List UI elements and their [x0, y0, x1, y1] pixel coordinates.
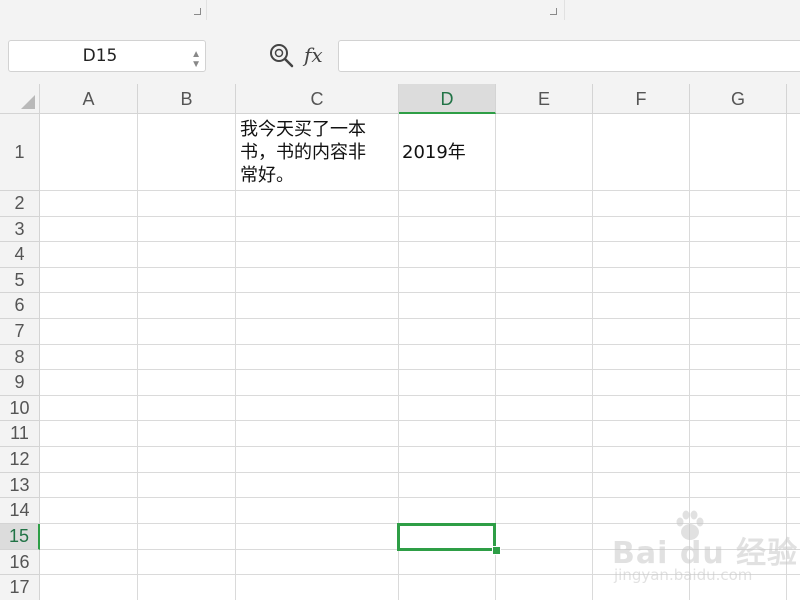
row-header-3[interactable]: 3	[0, 217, 40, 242]
column-header-h[interactable]	[787, 84, 800, 114]
row-header-9[interactable]: 9	[0, 370, 40, 396]
column-header-c[interactable]: C	[236, 84, 399, 114]
ribbon-separator	[564, 0, 565, 20]
name-box[interactable]: D15 ▲ ▼	[8, 40, 206, 72]
name-box-value[interactable]: D15	[9, 41, 191, 71]
gridline-horizontal	[40, 241, 800, 242]
column-header-a[interactable]: A	[40, 84, 138, 114]
gridline-horizontal	[40, 497, 800, 498]
row-header-5[interactable]: 5	[0, 268, 40, 293]
cell-d1[interactable]: 2019年	[402, 141, 494, 164]
column-header-d[interactable]: D	[399, 84, 496, 114]
gridline-horizontal	[40, 292, 800, 293]
gridline-horizontal	[40, 395, 800, 396]
row-header-16[interactable]: 16	[0, 550, 40, 575]
ribbon-separator	[206, 0, 207, 20]
row-header-17[interactable]: 17	[0, 575, 40, 600]
row-header-4[interactable]: 4	[0, 242, 40, 268]
gridline-horizontal	[40, 420, 800, 421]
row-header-1[interactable]: 1	[0, 114, 40, 191]
formula-input[interactable]	[338, 40, 800, 72]
row-header-12[interactable]: 12	[0, 447, 40, 473]
cell-c1[interactable]: 我今天买了一本 书，书的内容非 常好。	[240, 118, 396, 187]
row-header-7[interactable]: 7	[0, 319, 40, 345]
row-header-2[interactable]: 2	[0, 191, 40, 217]
baidu-jingyan-watermark: Bai du 经验 jingyan.baidu.com	[612, 508, 797, 588]
column-header-f[interactable]: F	[593, 84, 690, 114]
fill-handle[interactable]	[492, 546, 501, 555]
column-header-e[interactable]: E	[496, 84, 593, 114]
group-launcher-icon[interactable]	[550, 8, 557, 15]
row-header-14[interactable]: 14	[0, 498, 40, 524]
gridline-horizontal	[40, 344, 800, 345]
formula-bar: D15 ▲ ▼ fx	[0, 22, 800, 84]
ribbon-bottom-strip	[0, 0, 800, 23]
gridline-vertical	[592, 114, 593, 600]
gridline-horizontal	[40, 369, 800, 370]
chevron-down-icon[interactable]: ▲ ▼	[191, 50, 201, 70]
select-all-icon[interactable]	[21, 95, 35, 109]
zoom-magnifier-icon[interactable]	[268, 42, 294, 68]
column-header-b[interactable]: B	[138, 84, 236, 114]
gridline-vertical	[137, 114, 138, 600]
column-header-g[interactable]: G	[690, 84, 787, 114]
gridline-horizontal	[40, 472, 800, 473]
group-launcher-icon[interactable]	[194, 8, 201, 15]
gridline-horizontal	[40, 267, 800, 268]
row-header-11[interactable]: 11	[0, 421, 40, 447]
row-header-6[interactable]: 6	[0, 293, 40, 319]
selected-cell-d15[interactable]	[397, 523, 496, 551]
gridline-vertical	[235, 114, 236, 600]
row-header-10[interactable]: 10	[0, 396, 40, 421]
row-header-8[interactable]: 8	[0, 345, 40, 370]
gridline-horizontal	[40, 318, 800, 319]
row-header-13[interactable]: 13	[0, 473, 40, 498]
watermark-url: jingyan.baidu.com	[614, 566, 753, 584]
gridline-horizontal	[40, 446, 800, 447]
row-header-15[interactable]: 15	[0, 524, 40, 550]
select-all-corner[interactable]	[0, 84, 40, 114]
fx-icon[interactable]: fx	[304, 42, 323, 68]
gridline-horizontal	[40, 216, 800, 217]
gridline-horizontal	[40, 190, 800, 191]
